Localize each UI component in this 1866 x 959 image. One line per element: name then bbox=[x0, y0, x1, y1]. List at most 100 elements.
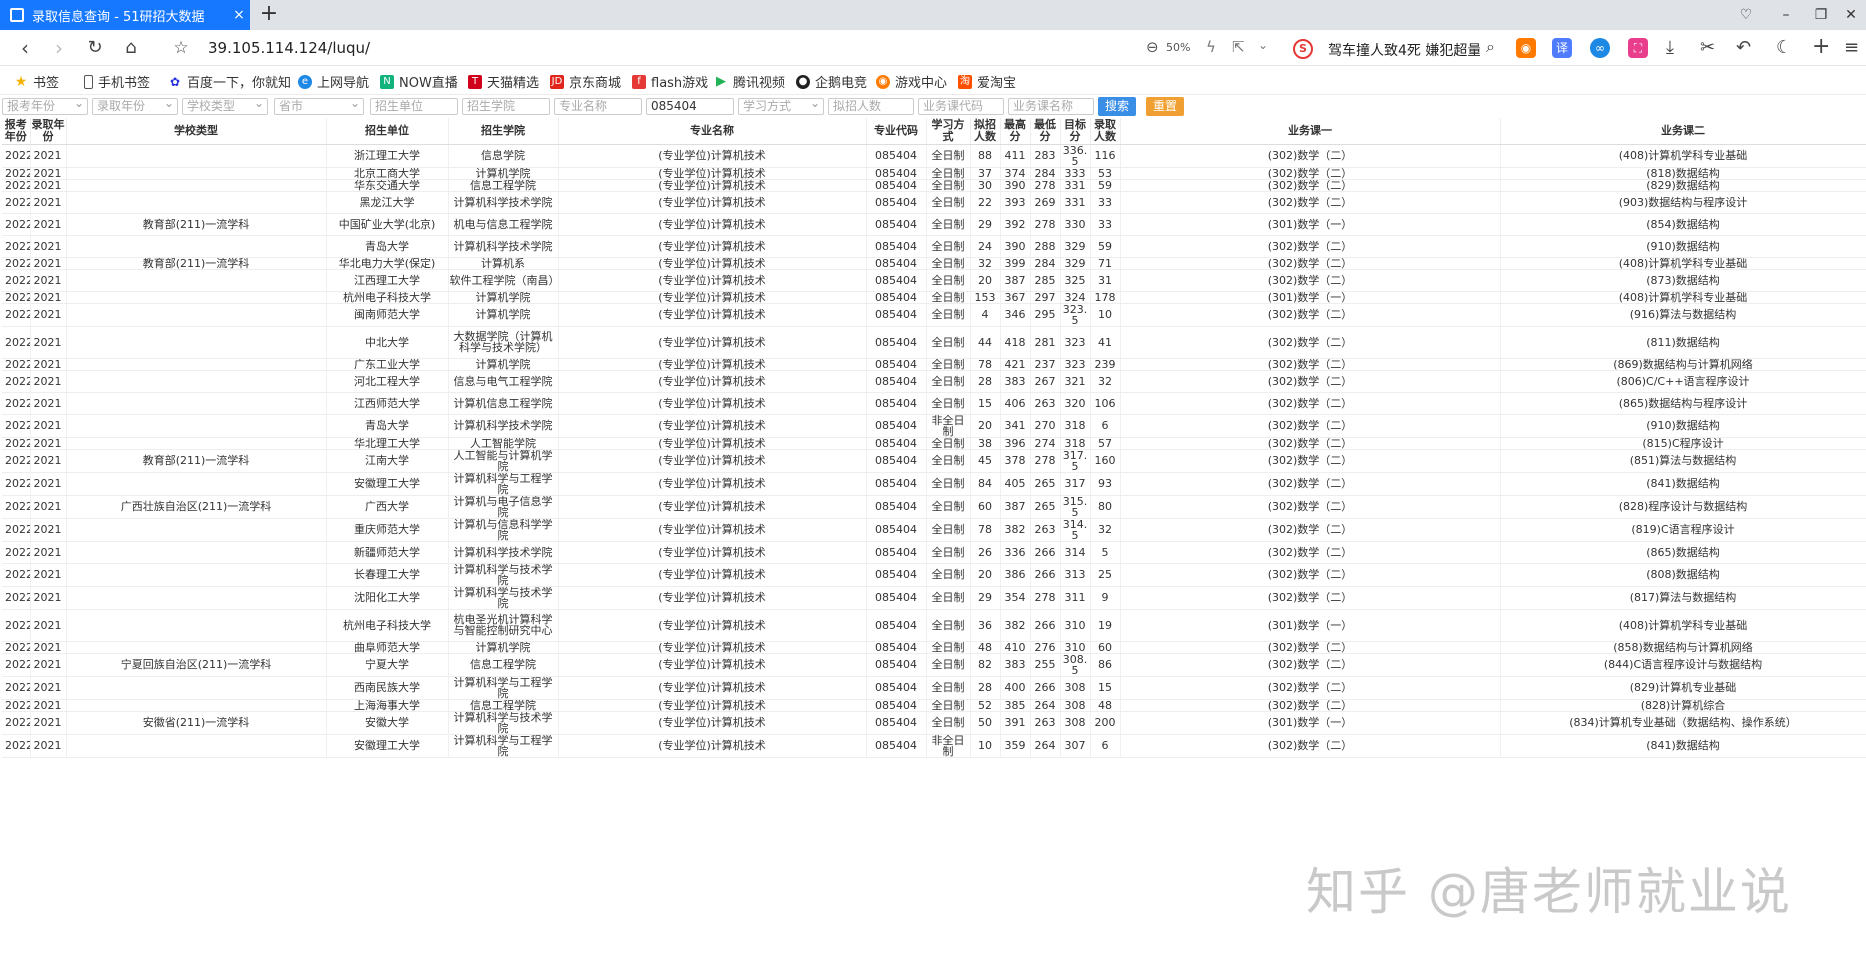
minimize-button[interactable]: – bbox=[1766, 0, 1806, 30]
add-icon[interactable]: + bbox=[1812, 34, 1830, 59]
bookmark-item[interactable]: 淘爱淘宝 bbox=[958, 72, 1016, 91]
menu-icon[interactable]: ≡ bbox=[1844, 37, 1859, 58]
cell-unit: 浙江理工大学 bbox=[326, 144, 449, 168]
cell-admit-year: 2021 bbox=[30, 303, 67, 327]
study-mode-select[interactable]: 学习方式 bbox=[738, 96, 824, 115]
forward-icon[interactable]: › bbox=[46, 36, 72, 62]
cell-planned: 20 bbox=[970, 269, 1001, 292]
cell-major-code: 085404 bbox=[866, 711, 927, 735]
night-mode-icon[interactable]: ☾ bbox=[1776, 37, 1792, 58]
home-icon[interactable]: ⌂ bbox=[118, 36, 144, 62]
zoom-icon[interactable]: ⊖ bbox=[1146, 38, 1159, 56]
bookmark-item[interactable]: e 上网导航 bbox=[298, 72, 369, 91]
cell-major-name: (专业学位)计算机技术 bbox=[558, 303, 867, 327]
exam-year-select[interactable]: 报考年份 bbox=[2, 96, 88, 115]
table-row: 20222021 上海海事大学信息工程学院(专业学位)计算机技术085404全日制… bbox=[2, 699, 1866, 712]
zoom-level[interactable]: 50% bbox=[1166, 41, 1190, 54]
bookmark-item[interactable]: ★ 书签 bbox=[14, 72, 59, 92]
cell-college: 计算机学院 bbox=[448, 641, 559, 654]
tab-close-button[interactable]: × bbox=[228, 7, 250, 23]
bookmark-item[interactable]: N NOW直播 bbox=[380, 72, 458, 91]
news-ticker[interactable]: 驾车撞人致4死 嫌犯超量服 bbox=[1328, 40, 1480, 60]
gamepad-icon: ◉ bbox=[876, 74, 890, 89]
major-name-input[interactable]: 专业名称 bbox=[554, 98, 642, 115]
cell-course-one: (302)数学（二） bbox=[1120, 326, 1501, 359]
dropdown-icon[interactable]: ⌄ bbox=[1258, 38, 1268, 52]
favorite-icon[interactable]: ♡ bbox=[1726, 0, 1766, 30]
scissors-icon[interactable]: ✂ bbox=[1700, 37, 1715, 58]
translate-icon[interactable]: 译 bbox=[1552, 38, 1572, 58]
bookmark-item[interactable]: ✿ 百度一下，你就知 bbox=[168, 72, 291, 92]
undo-icon[interactable]: ↶ bbox=[1736, 37, 1751, 58]
bookmark-item[interactable]: f flash游戏 bbox=[632, 72, 708, 91]
share-icon[interactable]: ⇱ bbox=[1232, 38, 1245, 56]
bookmark-item[interactable]: ◉ 游戏中心 bbox=[876, 72, 947, 91]
new-tab-button[interactable]: + bbox=[256, 2, 282, 28]
cell-admitted: 178 bbox=[1090, 291, 1121, 304]
cell-exam-year: 2022 bbox=[2, 191, 31, 214]
address-bar: ‹ › ↻ ⌂ ☆ 39.105.114.124/luqu/ ⊖ 50% ϟ ⇱… bbox=[0, 30, 1866, 66]
cell-planned: 45 bbox=[970, 449, 1001, 473]
province-select[interactable]: 省市 bbox=[274, 96, 364, 115]
cell-study-mode: 全日制 bbox=[926, 358, 971, 371]
reload-icon[interactable]: ↻ bbox=[82, 36, 108, 62]
bookmark-star-icon[interactable]: ☆ bbox=[168, 36, 194, 62]
cell-study-mode: 全日制 bbox=[926, 291, 971, 304]
reset-button[interactable]: 重置 bbox=[1146, 97, 1184, 116]
cell-course-two: (808)数据结构 bbox=[1500, 563, 1866, 587]
capture-icon[interactable]: ⛶ bbox=[1628, 38, 1648, 58]
download-icon[interactable]: ⤓ bbox=[1666, 37, 1674, 58]
flash-icon: f bbox=[632, 74, 646, 89]
game-icon[interactable]: ◉ bbox=[1516, 38, 1536, 58]
bookmark-item[interactable]: ● 企鹅电竞 bbox=[796, 72, 867, 91]
cell-study-mode: 全日制 bbox=[926, 191, 971, 214]
cell-course-two: (828)计算机综合 bbox=[1500, 699, 1866, 712]
course-code-input[interactable]: 业务课代码 bbox=[918, 98, 1004, 115]
bookmark-item[interactable]: JD 京东商城 bbox=[550, 72, 621, 91]
cell-admit-year: 2021 bbox=[30, 291, 67, 304]
cell-admitted: 33 bbox=[1090, 213, 1121, 236]
cell-major-code: 085404 bbox=[866, 167, 927, 180]
cell-major-name: (专业学位)计算机技术 bbox=[558, 392, 867, 415]
college-input[interactable]: 招生学院 bbox=[462, 98, 550, 115]
cell-max-score: 374 bbox=[1000, 167, 1031, 180]
cell-school-type: 宁夏回族自治区(211)一流学科 bbox=[66, 653, 327, 677]
planned-input[interactable]: 拟招人数 bbox=[828, 98, 914, 115]
unit-input[interactable]: 招生单位 bbox=[370, 98, 458, 115]
bookmark-item[interactable]: T 天猫精选 bbox=[468, 72, 539, 91]
back-icon[interactable]: ‹ bbox=[12, 36, 38, 62]
cell-major-code: 085404 bbox=[866, 326, 927, 359]
cell-planned: 50 bbox=[970, 711, 1001, 735]
cell-exam-year: 2022 bbox=[2, 609, 31, 642]
cell-college: 机电与信息工程学院 bbox=[448, 213, 559, 236]
school-type-select[interactable]: 学校类型 bbox=[182, 96, 268, 115]
maximize-button[interactable]: ❐ bbox=[1806, 0, 1836, 30]
search-engine-icon[interactable]: S bbox=[1293, 39, 1313, 59]
cell-exam-year: 2022 bbox=[2, 326, 31, 359]
cell-college: 计算机系 bbox=[448, 257, 559, 270]
cell-admit-year: 2021 bbox=[30, 495, 67, 519]
tab-active[interactable]: 录取信息查询 - 51研招大数据 × bbox=[0, 0, 250, 30]
cell-course-two: (854)数据结构 bbox=[1500, 213, 1866, 236]
cell-exam-year: 2022 bbox=[2, 699, 31, 712]
cell-min-score: 266 bbox=[1030, 609, 1061, 642]
extension-icon[interactable]: ∞ bbox=[1590, 38, 1610, 58]
major-code-input[interactable]: 085404 bbox=[646, 98, 734, 115]
course-name-input[interactable]: 业务课名称 bbox=[1008, 98, 1094, 115]
bookmark-item[interactable]: 手机书签 bbox=[84, 72, 150, 91]
cell-max-score: 399 bbox=[1000, 257, 1031, 270]
search-button[interactable]: 搜索 bbox=[1098, 97, 1136, 116]
bookmark-item[interactable]: ▶ 腾讯视频 bbox=[714, 72, 785, 91]
cell-major-code: 085404 bbox=[866, 563, 927, 587]
search-icon[interactable]: ⌕ bbox=[1486, 37, 1495, 57]
cell-planned: 22 bbox=[970, 191, 1001, 214]
close-window-button[interactable]: ✕ bbox=[1836, 0, 1866, 30]
cell-major-name: (专业学位)计算机技术 bbox=[558, 269, 867, 292]
admit-year-select[interactable]: 录取年份 bbox=[92, 96, 178, 115]
cell-target-score: 317 bbox=[1060, 472, 1091, 496]
cell-unit: 青岛大学 bbox=[326, 414, 449, 438]
cell-school-type bbox=[66, 326, 327, 359]
lightning-icon[interactable]: ϟ bbox=[1206, 38, 1216, 56]
table-row: 20222021安徽省(211)一流学科安徽大学计算机科学与技术学院(专业学位)… bbox=[2, 711, 1866, 735]
url-field[interactable]: 39.105.114.124/luqu/ bbox=[208, 39, 370, 57]
